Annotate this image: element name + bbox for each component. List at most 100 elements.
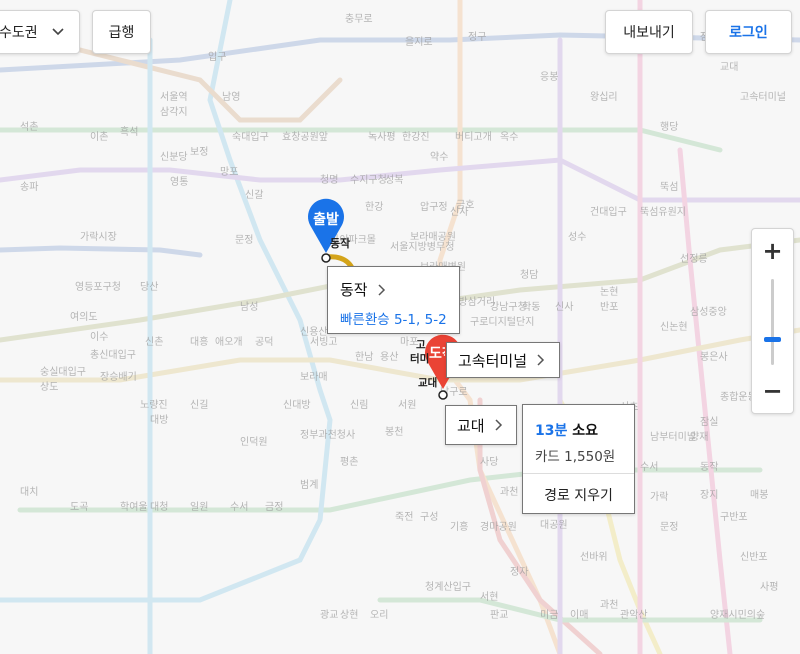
station-label: 약수 [430,151,448,163]
zoom-slider-handle[interactable] [764,337,781,343]
station-label: 미금 [540,609,558,621]
station-label: 송파 [20,181,38,193]
chevron-right-icon [537,354,545,366]
station-label: 대청 [150,501,168,513]
station-label: 입구 [208,50,226,63]
station-label: 이촌 [90,131,108,143]
station-label: 가락 [650,491,668,503]
zoom-in-button[interactable]: + [752,231,793,271]
station-label: 도곡 [70,501,88,513]
via-station-card[interactable]: 고속터미널 [446,342,560,378]
station-label: 신림 [350,399,368,411]
station-label: 뚝섬유원지 [640,206,686,218]
start-station-card[interactable]: 동작 빠른환승 5-1, 5-2 [327,266,460,334]
station-label: 수서 [230,501,248,513]
zoom-slider-track[interactable] [771,279,774,365]
travel-time: 13분 소요 [535,420,598,440]
station-label: 구로디지털단지 [470,316,534,328]
station-label: 노량진 [140,399,168,411]
terminal-map-label-1: 고 [416,339,426,351]
travel-suffix: 소요 [572,423,599,439]
station-label: 서현 [480,591,498,603]
station-label: 숙대입구 [232,130,269,143]
station-label: 구성 [420,511,438,523]
station-label: 사평 [760,581,778,593]
station-label: 학동 [522,301,540,313]
station-label: 서울역 [160,91,188,103]
station-label: 신분당 [160,151,188,163]
end-map-label: 교대 [418,376,437,389]
login-button[interactable]: 로그인 [705,10,792,54]
station-label: 선바위 [580,550,608,563]
station-label: 대공원 [540,519,568,531]
station-label: 과천 [500,486,518,498]
station-label: 보라매 [300,371,328,383]
station-label: 한강 [365,201,383,213]
export-button[interactable]: 내보내기 [605,10,693,54]
station-label: 용산 [380,351,398,363]
station-label: 기흥 [450,520,468,533]
region-select[interactable]: 수도권 [0,10,80,54]
station-label: 여의도 [70,311,98,323]
station-label: 대흥 [190,335,208,348]
station-label: 숭실대입구 [40,365,86,378]
station-label: 경마공원 [480,520,517,533]
station-label: 효창공원앞 [282,131,328,143]
station-label: 사당 [480,456,498,468]
station-label: 건대입구 [590,205,627,218]
station-label: 정부과천청사 [300,429,355,441]
station-label: 행당 [660,121,678,133]
station-label: 봉천 [385,426,403,438]
station-label: 왕십리 [590,91,618,103]
station-label: 고속터미널 [740,91,786,103]
station-label: 상현 [340,609,358,621]
station-label: 신대방 [283,399,311,411]
station-label: 신촌 [145,336,163,348]
fare-info: 카드 1,550원 [535,449,616,465]
station-label: 반포 [600,301,618,313]
quick-transfer-info: 빠른환승 5-1, 5-2 [340,312,447,328]
station-label: 일원 [190,501,208,513]
station-label: 망포 [220,166,238,178]
station-label: 구반포 [720,511,748,523]
chevron-right-icon [378,283,385,296]
station-label: 이수 [90,331,108,343]
station-label: 남영 [222,91,240,103]
station-label: 가락시장 [80,231,117,243]
end-pin-label: 도착 [429,346,445,362]
station-label: 신사 [450,206,468,218]
station-label: 상도 [40,381,58,393]
zoom-out-button[interactable]: − [752,371,793,411]
station-label: 신사 [555,301,573,313]
express-button[interactable]: 급행 [92,10,151,54]
station-label: 한강진 [402,131,430,143]
station-label: 논현 [600,286,618,298]
station-label: 죽전 [395,511,413,523]
station-label: 과천 [600,599,618,611]
end-station-dot [438,390,448,400]
station-label: 옥수 [500,131,518,143]
chevron-down-icon [52,28,64,36]
station-label: 보정 [190,146,208,158]
station-label: 응봉 [540,71,558,83]
station-label: 신반포 [740,551,768,563]
station-label: 을지로 [405,36,433,48]
clear-route-button[interactable]: 경로 지우기 [523,485,634,505]
station-label: 선정릉 [680,253,708,265]
station-label: 문정 [660,521,678,533]
station-label: 서빙고 [310,336,338,348]
start-station-dot [321,253,331,263]
station-label: 수서 [640,461,658,473]
station-label: 성수 [568,231,586,243]
station-label: 대치 [20,486,38,498]
station-label: 학여울 [120,501,148,513]
station-label: 총신대입구 [90,348,136,361]
station-label: 대방 [150,414,168,426]
station-label: 잠실 [700,416,718,428]
zoom-control: + − [751,228,794,414]
chevron-right-icon [495,419,502,431]
end-station-card[interactable]: 교대 [445,405,517,445]
station-label: 남성 [240,301,258,313]
route-summary-card: 13분 소요 카드 1,550원 경로 지우기 [522,404,635,514]
end-station-name: 교대 [457,416,485,435]
